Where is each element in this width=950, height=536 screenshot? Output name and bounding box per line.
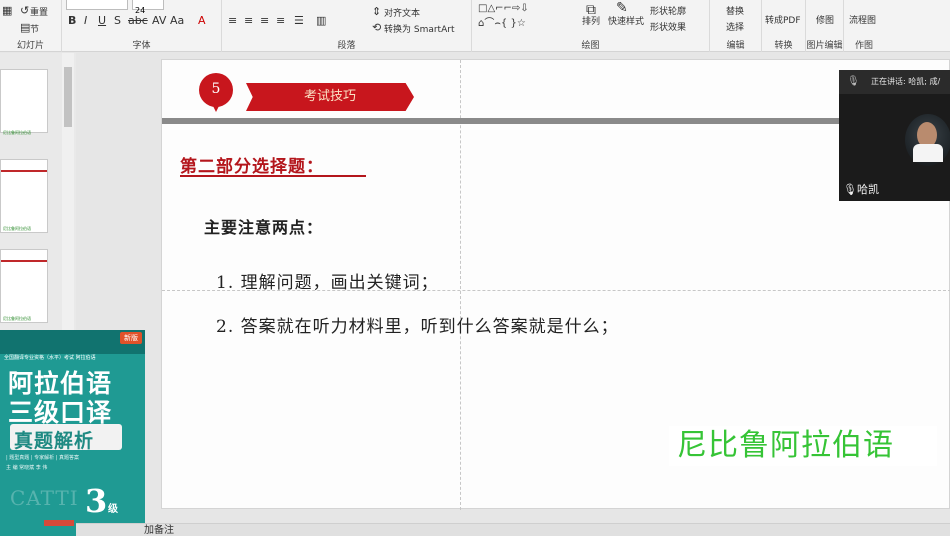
ribbon: ▦ ↺ 重置 ▤ 节 幻灯片 24 B I U S abc AV Aa A 字体… bbox=[0, 0, 950, 52]
drawing2-group: 流程图 作图 bbox=[844, 0, 884, 52]
points-title: 主要注意两点： bbox=[204, 218, 324, 237]
image-edit-group: 修图 图片编辑 bbox=[806, 0, 844, 52]
notes-pane[interactable]: 加备注 bbox=[76, 523, 950, 536]
italic-icon[interactable]: I bbox=[84, 15, 87, 27]
justify-icon[interactable]: ≡ bbox=[276, 15, 285, 27]
section-banner: 考试技巧 bbox=[246, 83, 414, 111]
slide-thumbnail[interactable]: 尼比鲁阿拉伯语 bbox=[0, 249, 48, 323]
font-group: 24 B I U S abc AV Aa A 字体 bbox=[62, 0, 222, 52]
book-cover-overlay: 新版 全国翻译专业资格（水平）考试 阿拉伯语 阿拉伯语 三级口译 真题解析 | … bbox=[0, 330, 145, 536]
slide-thumbnail[interactable]: 尼比鲁阿拉伯语 bbox=[0, 159, 48, 233]
bold-icon[interactable]: B bbox=[68, 15, 76, 27]
new-edition-badge: 新版 bbox=[120, 332, 142, 344]
align-left-icon[interactable]: ≡ bbox=[228, 15, 237, 27]
book-bullets: | 题型真题 | 专家解析 | 真题答案 bbox=[6, 455, 80, 461]
quick-styles-icon[interactable]: ✎ bbox=[616, 1, 628, 15]
align-right-icon[interactable]: ≡ bbox=[260, 15, 269, 27]
reset-icon[interactable]: ↺ bbox=[20, 5, 29, 17]
slide-canvas[interactable]: 5 考试技巧 第二部分选择题： 主要注意两点： 1. 理解问题，画出关键词； 2… bbox=[161, 59, 950, 510]
book-watermark: CATTI bbox=[10, 486, 79, 510]
scrollbar-thumb[interactable] bbox=[64, 67, 72, 127]
participant-video bbox=[905, 114, 950, 166]
paragraph-group-label: 段落 bbox=[337, 41, 356, 51]
thumbnail-bar bbox=[1, 260, 47, 262]
drawing2-group-label: 作图 bbox=[854, 41, 873, 51]
book-authors: 主 编 常晓斌 李 伟 bbox=[6, 465, 48, 471]
participant-name: 🎙哈凯 bbox=[843, 183, 879, 196]
new-slide-icon[interactable]: ▦ bbox=[2, 5, 12, 17]
underline-icon[interactable]: U bbox=[98, 15, 106, 27]
section-heading: 第二部分选择题： bbox=[180, 157, 324, 177]
smartart-button[interactable]: 转换为 SmartArt bbox=[384, 22, 454, 35]
image-edit-group-label: 图片编辑 bbox=[806, 41, 843, 51]
pdf-button[interactable]: 转成PDF bbox=[765, 13, 801, 26]
mic-icon: 🎙 bbox=[843, 183, 857, 196]
change-case-icon[interactable]: Aa bbox=[170, 15, 184, 27]
book-level-suffix: 级 bbox=[108, 504, 118, 515]
shadow-icon[interactable]: S bbox=[114, 15, 121, 27]
flowchart-button[interactable]: 流程图 bbox=[849, 13, 876, 26]
retouch-button[interactable]: 修图 bbox=[816, 13, 834, 26]
shape-outline-button[interactable]: 形状轮廓 bbox=[650, 4, 686, 17]
book-title-line3: 真题解析 bbox=[14, 430, 95, 452]
thumbnail-text: 尼比鲁阿拉伯语 bbox=[3, 130, 31, 135]
slides-group: ▦ ↺ 重置 ▤ 节 幻灯片 bbox=[0, 0, 62, 52]
channel-watermark: 尼比鲁阿拉伯语 bbox=[669, 426, 937, 466]
thumbnail-bar bbox=[1, 170, 47, 172]
convert-group-label: 转换 bbox=[774, 41, 793, 51]
quick-styles-button[interactable]: 快速样式 bbox=[608, 14, 644, 27]
thumbnail-text: 尼比鲁阿拉伯语 bbox=[3, 316, 31, 321]
shapes-gallery-icon[interactable]: □△⌐⌐⇨⇩ bbox=[478, 3, 529, 15]
font-color-icon[interactable]: A bbox=[198, 15, 206, 27]
align-text-button[interactable]: 对齐文本 bbox=[384, 6, 420, 19]
thumbnail-text: 尼比鲁阿拉伯语 bbox=[3, 226, 31, 231]
section-icon[interactable]: ▤ bbox=[20, 22, 30, 34]
spacing-icon[interactable]: AV bbox=[152, 15, 166, 27]
vertical-guide bbox=[460, 60, 461, 510]
drawing-group-label: 绘图 bbox=[581, 41, 600, 51]
book-level: 3 bbox=[85, 482, 108, 520]
font-size-box[interactable]: 24 bbox=[132, 0, 164, 15]
font-group-label: 字体 bbox=[132, 41, 151, 51]
section-button[interactable]: 节 bbox=[30, 22, 39, 35]
drawing-group: □△⌐⌐⇨⇩ ⌂⌒⌢{ }☆ ⧉ 排列 ✎ 快速样式 形状轮廓 形状效果 绘图 bbox=[472, 0, 710, 52]
microphone-icon: 🎙 bbox=[847, 76, 860, 87]
publisher-logo bbox=[44, 520, 74, 526]
powerpoint-window: ▦ ↺ 重置 ▤ 节 幻灯片 24 B I U S abc AV Aa A 字体… bbox=[0, 0, 950, 536]
shape-effects-button[interactable]: 形状效果 bbox=[650, 20, 686, 33]
replace-button[interactable]: 替换 bbox=[726, 4, 744, 17]
smartart-icon[interactable]: ⟲ bbox=[372, 22, 381, 34]
video-call-overlay[interactable]: 正在讲话: 哈凯; 成/ 🎙 🎙哈凯 bbox=[839, 70, 950, 201]
header-rule bbox=[162, 118, 950, 124]
slide-editing-area: 5 考试技巧 第二部分选择题： 主要注意两点： 1. 理解问题，画出关键词； 2… bbox=[76, 53, 950, 523]
strikethrough-icon[interactable]: abc bbox=[128, 15, 148, 27]
list-item: 1. 理解问题，画出关键词； bbox=[216, 273, 439, 293]
align-center-icon[interactable]: ≡ bbox=[244, 15, 253, 27]
participant-shirt bbox=[913, 144, 943, 162]
distribute-icon[interactable]: ☰ bbox=[294, 15, 304, 27]
paragraph-group: ≡ ≡ ≡ ≡ ☰ ▥ ⇕ 对齐文本 ⟲ 转换为 SmartArt 段落 bbox=[222, 0, 472, 52]
convert-group: 转成PDF 转换 bbox=[762, 0, 806, 52]
section-heading-underline bbox=[180, 175, 366, 177]
columns-icon[interactable]: ▥ bbox=[316, 15, 326, 27]
font-name-box[interactable] bbox=[66, 0, 128, 10]
editing-group-label: 编辑 bbox=[726, 41, 745, 51]
editing-group: 替换 选择 编辑 bbox=[710, 0, 762, 52]
arrange-button[interactable]: 排列 bbox=[582, 14, 600, 27]
slide-number-badge: 5 bbox=[199, 73, 233, 107]
notes-placeholder[interactable]: 加备注 bbox=[144, 524, 174, 536]
select-button[interactable]: 选择 bbox=[726, 20, 744, 33]
shapes-gallery-icon-2[interactable]: ⌂⌒⌢{ }☆ bbox=[478, 18, 526, 30]
reset-button[interactable]: 重置 bbox=[30, 5, 48, 18]
slides-group-label: 幻灯片 bbox=[16, 41, 44, 51]
align-text-icon[interactable]: ⇕ bbox=[372, 6, 381, 18]
list-item: 2. 答案就在听力材料里，听到什么答案就是什么； bbox=[216, 317, 619, 337]
book-series: 全国翻译专业资格（水平）考试 阿拉伯语 bbox=[4, 355, 96, 361]
slide-thumbnail[interactable]: 尼比鲁阿拉伯语 bbox=[0, 69, 48, 135]
